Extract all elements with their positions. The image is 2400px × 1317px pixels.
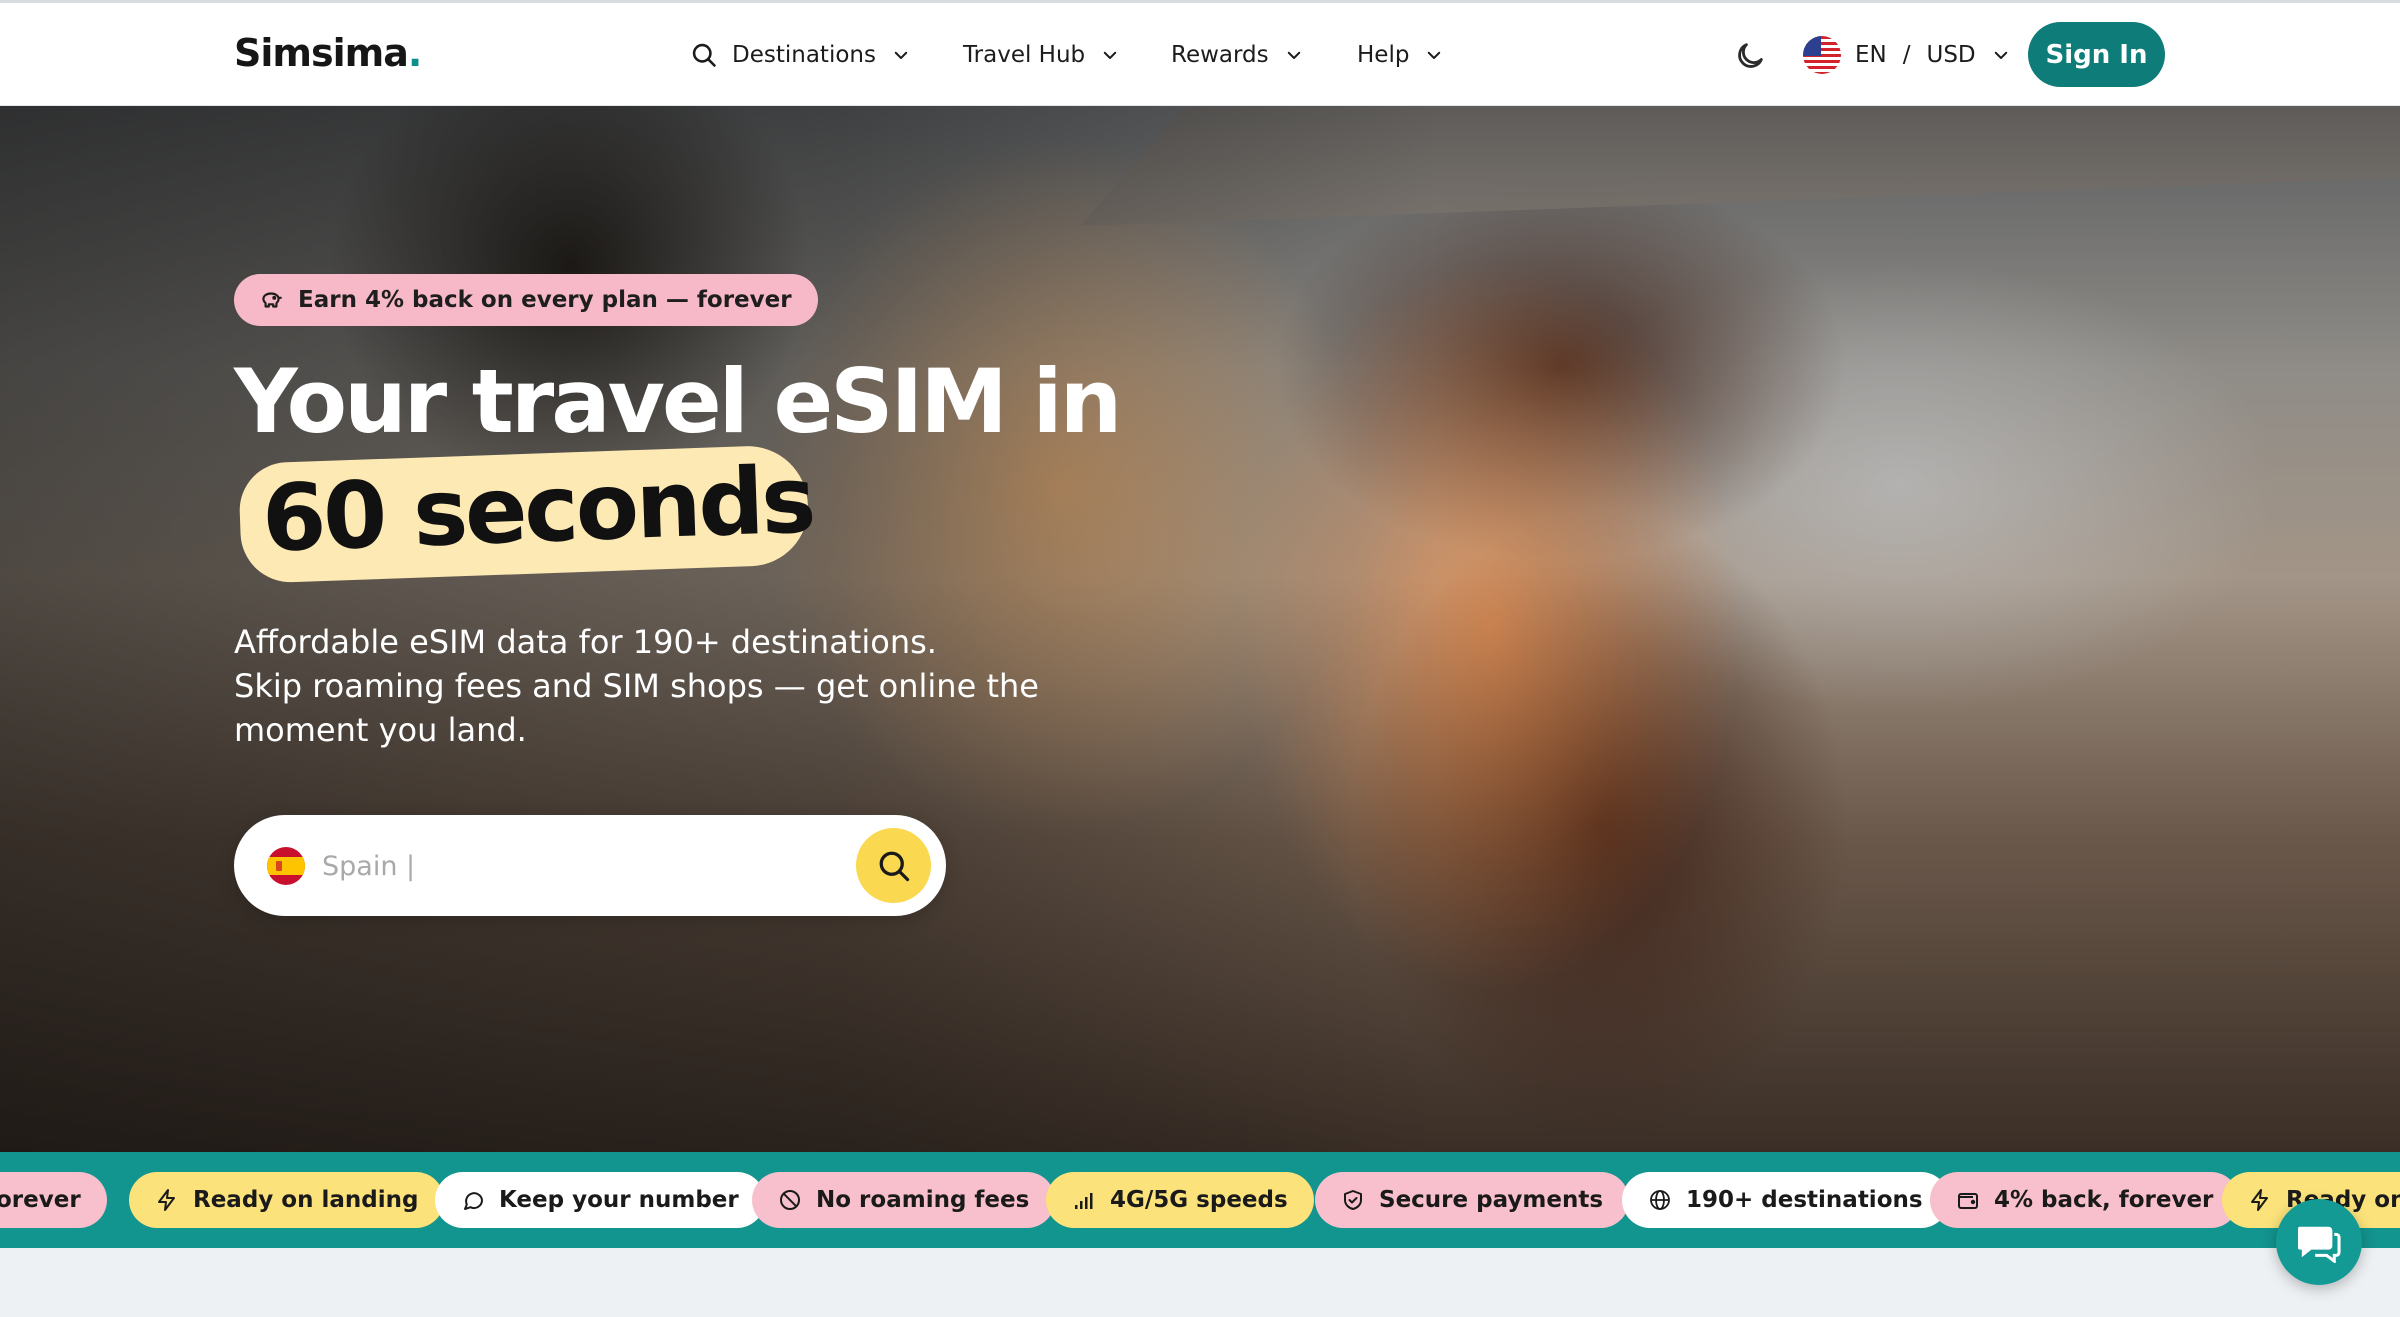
signal-bars-icon — [1072, 1188, 1096, 1212]
feature-pill-label: No roaming fees — [816, 1187, 1030, 1213]
feature-pill-label: Secure payments — [1379, 1187, 1604, 1213]
nav-help-label: Help — [1357, 41, 1410, 68]
feature-ticker: forever Ready on landing Keep your numbe… — [0, 1152, 2400, 1248]
nav-destinations-label: Destinations — [732, 41, 876, 68]
nav-destinations[interactable]: Destinations — [690, 3, 910, 106]
lightning-icon — [2248, 1188, 2272, 1212]
feature-pill: 190+ destinations — [1622, 1172, 1949, 1228]
hero-section: Earn 4% back on every plan — forever You… — [0, 106, 2400, 1152]
globe-icon — [1648, 1188, 1672, 1212]
site-header: Simsima. Destinations Travel Hub Rewards… — [0, 3, 2400, 106]
logo-dot: . — [407, 31, 422, 75]
next-section — [0, 1248, 2400, 1317]
hero-subtitle: Affordable eSIM data for 190+ destinatio… — [234, 620, 1134, 752]
logo[interactable]: Simsima. — [234, 31, 422, 75]
chat-widget-button[interactable] — [2276, 1199, 2362, 1285]
feature-pill: No roaming fees — [752, 1172, 1056, 1228]
wallet-icon — [1956, 1188, 1980, 1212]
locale-separator: / — [1902, 42, 1911, 68]
chevron-down-icon — [1992, 46, 2010, 64]
feature-pill: Secure payments — [1315, 1172, 1630, 1228]
rewards-badge: Earn 4% back on every plan — forever — [234, 274, 818, 326]
spain-flag-icon — [267, 847, 305, 885]
feature-pill-label: forever — [0, 1187, 81, 1213]
hero-subtitle-line: moment you land. — [234, 711, 527, 749]
chat-bubble-icon — [461, 1188, 485, 1212]
language-label: EN — [1855, 42, 1887, 68]
feature-pill-label: 4G/5G speeds — [1110, 1187, 1288, 1213]
shield-icon — [1341, 1188, 1365, 1212]
moon-icon[interactable] — [1733, 39, 1767, 73]
logo-text: Simsima — [234, 31, 409, 75]
chevron-down-icon — [1285, 46, 1303, 64]
feature-pill: forever — [0, 1172, 107, 1228]
currency-label: USD — [1926, 42, 1976, 68]
feature-pill-label: 4% back, forever — [1994, 1187, 2214, 1213]
feature-pill: Ready on landing — [129, 1172, 445, 1228]
chevron-down-icon — [1101, 46, 1119, 64]
destination-search — [234, 815, 946, 916]
feature-pill-label: Keep your number — [499, 1187, 739, 1213]
search-submit-button[interactable] — [856, 828, 931, 903]
chat-widget-icon — [2298, 1226, 2341, 1263]
nav-rewards-label: Rewards — [1171, 41, 1269, 68]
nav-rewards[interactable]: Rewards — [1171, 3, 1303, 106]
no-entry-icon — [778, 1188, 802, 1212]
us-flag-icon — [1803, 36, 1841, 74]
locale-selector[interactable]: EN / USD — [1803, 33, 2010, 77]
headline-highlight: 60 seconds — [260, 446, 815, 573]
search-icon — [690, 41, 718, 69]
feature-pill-label: Ready on landing — [193, 1187, 419, 1213]
hero-subtitle-line: Affordable eSIM data for 190+ destinatio… — [234, 623, 937, 661]
nav-travel-hub-label: Travel Hub — [963, 41, 1086, 68]
nav-travel-hub[interactable]: Travel Hub — [963, 3, 1119, 106]
rewards-badge-text: Earn 4% back on every plan — forever — [298, 287, 792, 313]
piggy-bank-icon — [258, 287, 284, 313]
lightning-icon — [155, 1188, 179, 1212]
hero-subtitle-line: Skip roaming fees and SIM shops — get on… — [234, 667, 1039, 705]
chevron-down-icon — [892, 46, 910, 64]
feature-pill: 4% back, forever — [1930, 1172, 2240, 1228]
nav-help[interactable]: Help — [1357, 3, 1443, 106]
feature-pill-label: 190+ destinations — [1686, 1187, 1923, 1213]
search-icon — [879, 851, 909, 881]
destination-search-input[interactable] — [322, 841, 822, 891]
hero-headline: Your travel eSIM in — [234, 350, 1122, 453]
feature-pill: 4G/5G speeds — [1046, 1172, 1314, 1228]
sign-in-button[interactable]: Sign In — [2028, 22, 2165, 87]
feature-pill: Keep your number — [435, 1172, 765, 1228]
chevron-down-icon — [1425, 46, 1443, 64]
